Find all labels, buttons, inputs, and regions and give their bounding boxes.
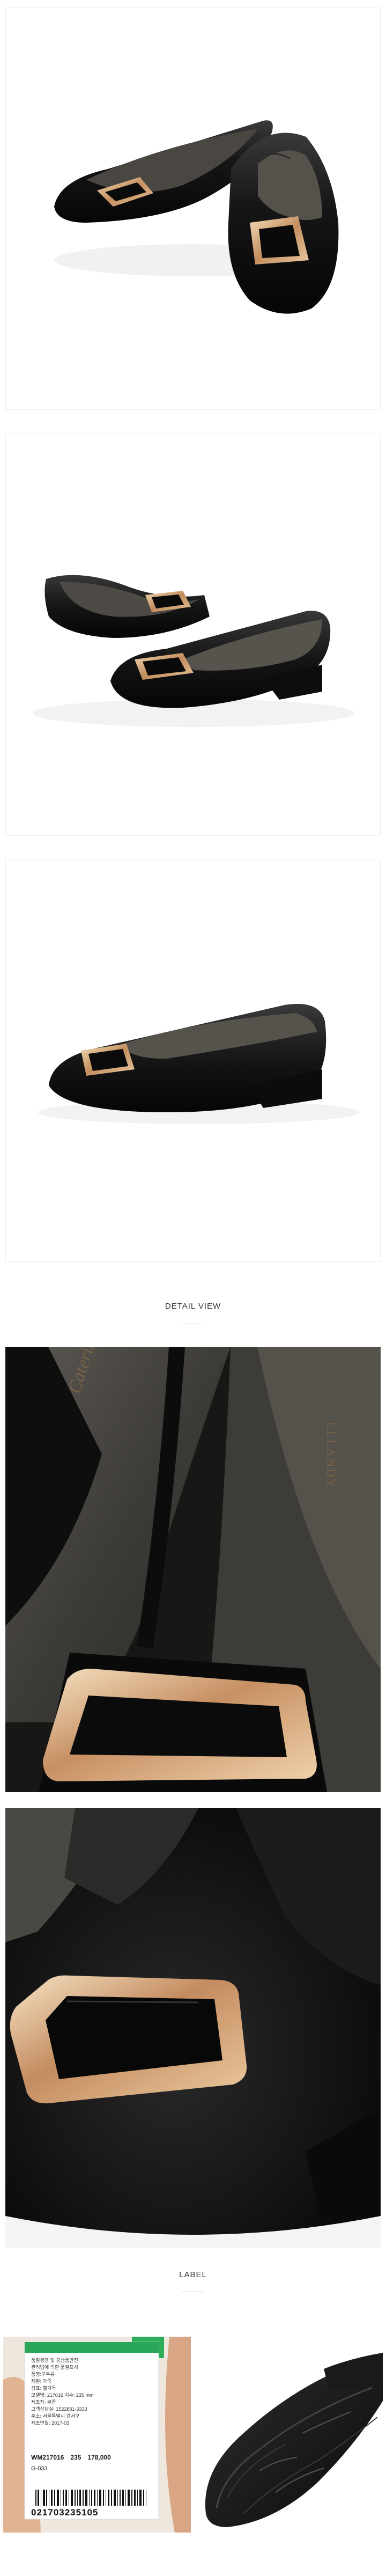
label-heading: LABEL [179, 2270, 207, 2279]
product-photo-3 [5, 860, 381, 1262]
shoe-pair-front-view-image [54, 120, 339, 314]
tag-price: 178,000 [87, 2454, 111, 2461]
tag-line: 상표: 헬기득 [31, 2386, 56, 2391]
tag-code: G-033 [31, 2465, 48, 2472]
product-photo-2 [5, 434, 381, 836]
tag-size: 235 [70, 2454, 81, 2461]
tag-line: 모델명: 217016 치수: 235 mm [31, 2392, 94, 2398]
tag-line: 품명:구두류 [31, 2372, 55, 2377]
buckle-closeup-image [5, 1808, 381, 2248]
tag-line: 제조자: 부중 [31, 2399, 56, 2405]
tag-line: 품질경영 및 공산품안전 [31, 2358, 78, 2363]
detail-view-heading: DETAIL VIEW [165, 1302, 221, 1311]
tag-line: 주소: 서울특별시 강서구 [31, 2413, 80, 2419]
label-photo-tag: 품질경영 및 공산품안전관리법에 의한 품질표시품명:구두류재질: 가죽상표: … [3, 2337, 191, 2533]
tag-model: WM217016 [31, 2454, 64, 2461]
insole-closeup-image [5, 1347, 381, 1792]
tag-line: 고객상담실: 1522881-3333 [31, 2406, 87, 2412]
shoe-pair-side-view-image [33, 575, 354, 727]
product-photo-1 [5, 8, 381, 410]
tag-line: 제조연월: 2017-03 [31, 2420, 70, 2426]
tag-line: 재질: 가죽 [31, 2379, 52, 2384]
single-shoe-side-view-image [38, 1004, 360, 1124]
insole-brand-side-text: ELLANDY [324, 1422, 338, 1489]
tag-text-block: 품질경영 및 공산품안전관리법에 의한 품질표시품명:구두류재질: 가죽상표: … [31, 2357, 154, 2427]
detail-photo-buckle [5, 1808, 381, 2248]
tag-model-row: WM217016 235 178,000 [31, 2454, 154, 2461]
label-photo-outsole [195, 2337, 383, 2533]
detail-photo-insole: Caterina ELLANDY [5, 1347, 381, 1792]
tag-line: 관리법에 의한 품질표시 [31, 2365, 78, 2370]
shoe-outsole-image [195, 2337, 383, 2533]
barcode-number: 021703235105 [31, 2507, 99, 2518]
